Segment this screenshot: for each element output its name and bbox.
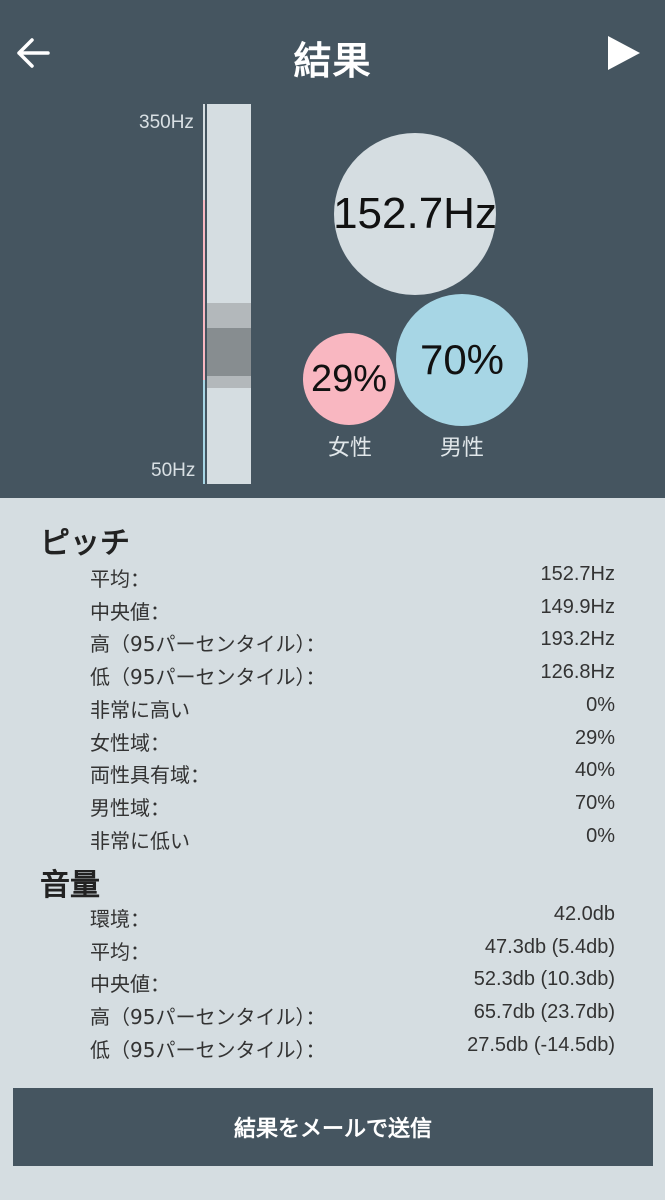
results-header-panel: 結果 350Hz 50Hz 152.7Hz 70% 29% 女性 男性 bbox=[0, 0, 665, 498]
pitch-row-male-range: 男性域： 70% bbox=[90, 792, 615, 822]
average-pitch-circle: 152.7Hz bbox=[333, 133, 497, 295]
row-value: 29% bbox=[574, 727, 615, 749]
female-label: 女性 bbox=[328, 436, 373, 461]
volume-row-high-95: 高（95パーセンタイル）： 65.7db (23.7db) bbox=[90, 1001, 615, 1031]
row-label: 低（95パーセンタイル）： bbox=[90, 665, 326, 689]
male-label: 男性 bbox=[440, 436, 485, 461]
pitch-section-title: ピッチ bbox=[40, 526, 130, 561]
pitch-axis-line-female bbox=[203, 200, 205, 380]
row-label: 両性具有域： bbox=[90, 763, 210, 787]
row-value: 0% bbox=[586, 825, 615, 847]
row-label: 中央値： bbox=[90, 972, 170, 996]
pitch-axis-line-male bbox=[203, 380, 205, 484]
female-percent-circle: 29% bbox=[303, 333, 395, 425]
pitch-row-median: 中央値： 149.9Hz bbox=[90, 596, 615, 626]
row-label: 男性域： bbox=[90, 796, 170, 820]
row-label: 低（95パーセンタイル）： bbox=[90, 1038, 326, 1062]
pitch-row-very-low: 非常に低い 0% bbox=[90, 825, 615, 855]
pitch-axis-bottom-label: 50Hz bbox=[151, 460, 196, 481]
pitch-row-low-95: 低（95パーセンタイル）： 126.8Hz bbox=[90, 661, 615, 691]
volume-row-median: 中央値： 52.3db (10.3db) bbox=[90, 968, 615, 998]
pitch-range-bar bbox=[207, 104, 251, 484]
row-value: 126.8Hz bbox=[540, 661, 616, 683]
row-value: 27.5db (-14.5db) bbox=[467, 1034, 615, 1056]
pitch-row-average: 平均： 152.7Hz bbox=[90, 563, 615, 593]
row-value: 40% bbox=[574, 759, 615, 781]
play-icon[interactable] bbox=[604, 34, 642, 72]
row-value: 52.3db (10.3db) bbox=[473, 968, 615, 990]
row-label: 中央値： bbox=[90, 600, 170, 624]
female-percent-value: 29% bbox=[310, 357, 388, 400]
average-pitch-value: 152.7Hz bbox=[333, 189, 497, 238]
row-value: 152.7Hz bbox=[540, 563, 616, 585]
row-value: 47.3db (5.4db) bbox=[484, 936, 615, 958]
page-title: 結果 bbox=[293, 39, 372, 83]
pitch-row-female-range: 女性域： 29% bbox=[90, 727, 615, 757]
pitch-row-high-95: 高（95パーセンタイル）： 193.2Hz bbox=[90, 628, 615, 658]
row-value: 149.9Hz bbox=[540, 596, 616, 618]
row-label: 非常に高い bbox=[90, 698, 190, 722]
male-percent-value: 70% bbox=[419, 336, 505, 383]
pitch-axis-line-high bbox=[203, 104, 205, 200]
row-value: 70% bbox=[574, 792, 615, 814]
pitch-row-very-high: 非常に高い 0% bbox=[90, 694, 615, 724]
row-value: 0% bbox=[586, 694, 615, 716]
male-percent-circle: 70% bbox=[396, 294, 528, 426]
volume-row-ambient: 環境： 42.0db bbox=[90, 903, 615, 933]
row-label: 環境： bbox=[90, 907, 150, 931]
volume-row-average: 平均： 47.3db (5.4db) bbox=[90, 936, 615, 966]
row-value: 42.0db bbox=[553, 903, 615, 925]
volume-row-low-95: 低（95パーセンタイル）： 27.5db (-14.5db) bbox=[90, 1034, 615, 1064]
send-results-email-label: 結果をメールで送信 bbox=[233, 1117, 432, 1142]
send-results-email-button[interactable]: 結果をメールで送信 bbox=[13, 1088, 653, 1166]
pitch-band-core bbox=[207, 328, 251, 376]
row-label: 高（95パーセンタイル）： bbox=[90, 1005, 326, 1029]
pitch-axis-top-label: 350Hz bbox=[139, 112, 194, 133]
row-label: 平均： bbox=[90, 567, 150, 591]
row-label: 女性域： bbox=[90, 731, 170, 755]
row-label: 高（95パーセンタイル）： bbox=[90, 632, 326, 656]
row-label: 非常に低い bbox=[90, 829, 190, 853]
pitch-row-androgynous-range: 両性具有域： 40% bbox=[90, 759, 615, 789]
row-value: 193.2Hz bbox=[540, 628, 616, 650]
row-label: 平均： bbox=[90, 940, 150, 964]
row-value: 65.7db (23.7db) bbox=[473, 1001, 615, 1023]
volume-section-title: 音量 bbox=[40, 868, 100, 903]
